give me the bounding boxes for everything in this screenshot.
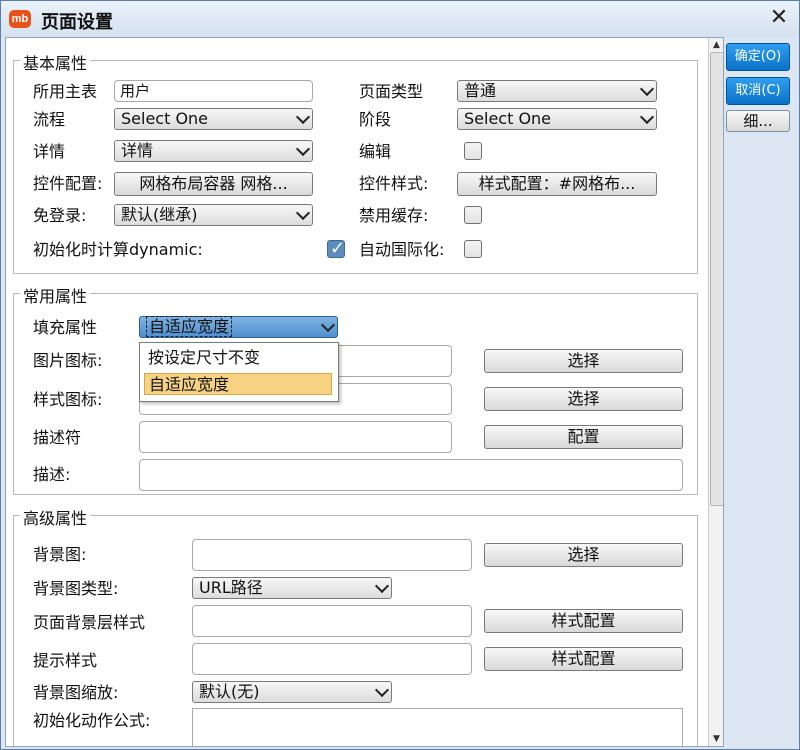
page-settings-dialog: mb 页面设置 ✕ 基本属性 所用主表 用户 页面类型 普通 流程 Select…: [0, 0, 800, 750]
bg-type-label: 背景图类型:: [33, 579, 119, 598]
auto-i18n-label: 自动国际化:: [359, 240, 445, 259]
window-title: 页面设置: [41, 12, 113, 33]
style-icon-label: 样式图标:: [33, 390, 103, 409]
disable-cache-label: 禁用缓存:: [359, 206, 429, 225]
hint-style-button[interactable]: 样式配置: [484, 647, 683, 671]
cancel-button[interactable]: 取消(C): [726, 77, 790, 105]
advanced-properties-legend: 高级属性: [20, 505, 91, 529]
bg-scale-value: 默认(无): [199, 682, 260, 701]
main-table-label: 所用主表: [33, 82, 98, 101]
page-type-label: 页面类型: [359, 82, 424, 101]
control-style-label: 控件样式:: [359, 174, 429, 193]
init-dynamic-label: 初始化时计算dynamic:: [33, 240, 203, 259]
chevron-down-icon: [639, 109, 655, 125]
chevron-down-icon: [295, 109, 311, 125]
picture-icon-label: 图片图标:: [33, 351, 103, 370]
control-config-label: 控件配置:: [33, 174, 103, 193]
main-table-input[interactable]: 用户: [114, 80, 313, 102]
no-login-label: 免登录:: [33, 206, 87, 225]
stage-value: Select One: [464, 109, 552, 128]
bg-image-input[interactable]: [192, 539, 472, 571]
scroll-down-icon[interactable]: ▼: [711, 734, 722, 744]
flow-label: 流程: [33, 110, 66, 129]
no-login-select[interactable]: 默认(继承): [114, 204, 313, 226]
init-action-label: 初始化动作公式:: [33, 711, 151, 730]
bg-image-select-button[interactable]: 选择: [484, 543, 683, 567]
detail-label: 详情: [33, 142, 66, 161]
description-input[interactable]: [139, 459, 683, 491]
chevron-down-icon: [374, 682, 390, 698]
hint-style-input[interactable]: [192, 643, 472, 675]
chevron-down-icon: [374, 578, 390, 594]
dropdown-option-selected[interactable]: 自适应宽度: [144, 373, 332, 395]
flow-select[interactable]: Select One: [114, 108, 313, 130]
chevron-down-icon: [639, 81, 655, 97]
stage-select[interactable]: Select One: [457, 108, 657, 130]
scroll-up-icon[interactable]: ▲: [711, 40, 722, 50]
fill-property-value: 自适应宽度: [146, 316, 233, 337]
disable-cache-checkbox[interactable]: [464, 206, 482, 224]
no-login-value: 默认(继承): [121, 205, 198, 224]
scroll-thumb[interactable]: [710, 52, 723, 506]
bg-scale-label: 背景图缩放:: [33, 683, 119, 702]
control-config-button[interactable]: 网格布局容器 网格...: [114, 172, 313, 196]
descriptor-config-button[interactable]: 配置: [484, 425, 683, 449]
page-type-value: 普通: [464, 81, 497, 100]
title-bar: mb 页面设置 ✕: [1, 1, 799, 37]
init-action-input[interactable]: [192, 708, 683, 746]
chevron-down-icon: [320, 317, 336, 333]
bg-scale-select[interactable]: 默认(无): [192, 681, 392, 703]
fill-property-label: 填充属性: [33, 318, 98, 337]
edit-label: 编辑: [359, 142, 392, 161]
description-label: 描述:: [33, 465, 71, 484]
descriptor-label: 描述符: [33, 428, 82, 447]
style-icon-select-button[interactable]: 选择: [484, 387, 683, 411]
chevron-down-icon: [295, 205, 311, 221]
bg-layer-style-label: 页面背景层样式: [33, 613, 146, 632]
common-properties-legend: 常用属性: [20, 283, 91, 307]
fill-property-dropdown: 按设定尺寸不变 自适应宽度: [139, 342, 339, 402]
app-logo-icon: mb: [9, 10, 31, 28]
vertical-scrollbar[interactable]: ▲ ▼: [708, 38, 723, 746]
picture-icon-select-button[interactable]: 选择: [484, 349, 683, 373]
fill-property-select[interactable]: 自适应宽度: [139, 316, 338, 338]
basic-properties-legend: 基本属性: [20, 50, 91, 74]
stage-label: 阶段: [359, 110, 392, 129]
auto-i18n-checkbox[interactable]: [464, 240, 482, 258]
init-dynamic-checkbox[interactable]: [327, 238, 345, 259]
detail-select[interactable]: 详情: [114, 140, 313, 162]
flow-value: Select One: [121, 109, 209, 128]
bg-image-label: 背景图:: [33, 545, 87, 564]
dropdown-option[interactable]: 按设定尺寸不变: [144, 347, 332, 369]
control-style-button[interactable]: 样式配置：#网格布...: [457, 172, 657, 196]
page-type-select[interactable]: 普通: [457, 80, 657, 102]
bg-layer-style-button[interactable]: 样式配置: [484, 609, 683, 633]
edit-checkbox[interactable]: [464, 142, 482, 160]
detail-button[interactable]: 细...: [726, 110, 790, 132]
chevron-down-icon: [295, 141, 311, 157]
close-icon[interactable]: ✕: [767, 6, 791, 30]
descriptor-input[interactable]: [139, 421, 452, 453]
bg-layer-style-input[interactable]: [192, 605, 472, 637]
bg-type-value: URL路径: [199, 578, 263, 597]
bg-type-select[interactable]: URL路径: [192, 577, 392, 599]
hint-style-label: 提示样式: [33, 651, 98, 670]
ok-button[interactable]: 确定(O): [726, 43, 790, 71]
detail-value: 详情: [121, 141, 154, 160]
settings-panel: 基本属性 所用主表 用户 页面类型 普通 流程 Select One 阶段 Se…: [5, 37, 724, 747]
